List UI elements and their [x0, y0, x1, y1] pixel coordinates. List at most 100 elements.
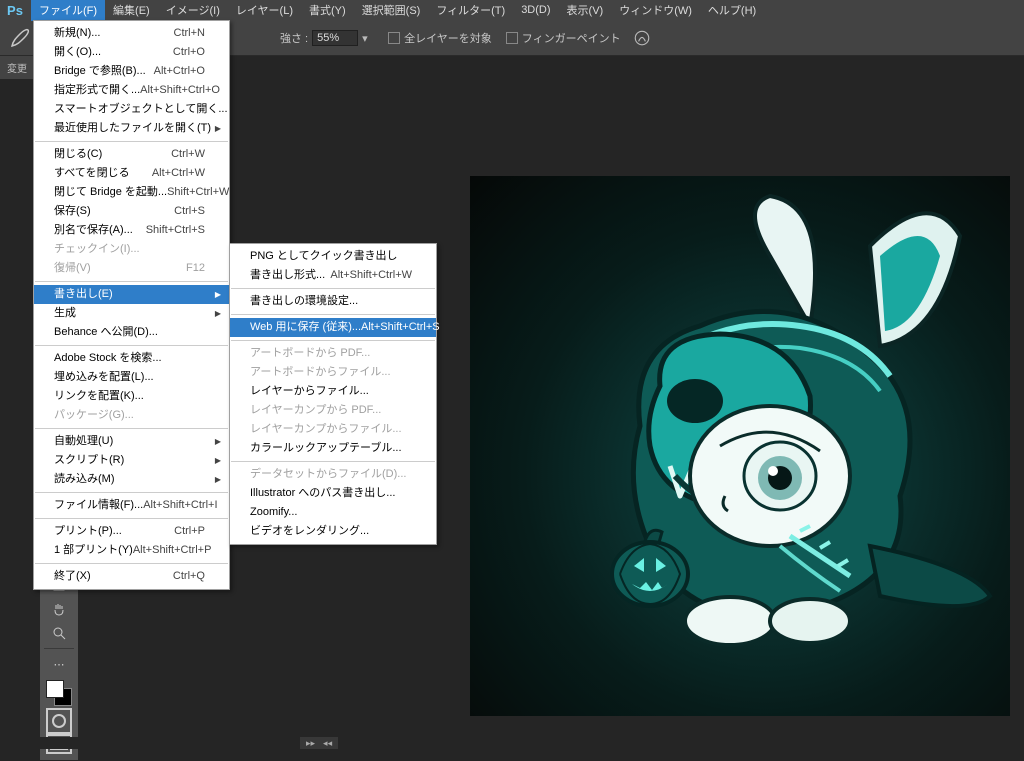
file-menu-item[interactable]: 最近使用したファイルを開く(T)	[34, 119, 229, 138]
menu-view[interactable]: 表示(V)	[559, 0, 612, 21]
document-canvas[interactable]	[470, 176, 1010, 716]
menu-image[interactable]: イメージ(I)	[158, 0, 228, 21]
export-submenu-item: アートボードから PDF...	[230, 344, 436, 363]
menu-separator	[35, 141, 228, 142]
finger-paint-checkbox[interactable]	[506, 32, 518, 44]
file-menu-item[interactable]: リンクを配置(K)...	[34, 387, 229, 406]
menu-separator	[35, 281, 228, 282]
status-bar: ▸▸ ◂◂	[0, 737, 1024, 749]
menu-window[interactable]: ウィンドウ(W)	[611, 0, 700, 21]
export-submenu-item[interactable]: Illustrator へのパス書き出し...	[230, 484, 436, 503]
menu-item-label: チェックイン(I)...	[54, 242, 205, 257]
menu-item-shortcut: Alt+Shift+Ctrl+O	[140, 83, 220, 98]
menu-help[interactable]: ヘルプ(H)	[700, 0, 764, 21]
menu-separator	[35, 492, 228, 493]
foreground-swatch[interactable]	[46, 680, 64, 698]
export-submenu-item[interactable]: Zoomify...	[230, 503, 436, 522]
zoom-tool-icon[interactable]	[43, 621, 75, 645]
finger-paint-label: フィンガーペイント	[522, 30, 621, 46]
edit-toolbar-icon[interactable]: ⋯	[43, 652, 75, 676]
menu-layer[interactable]: レイヤー(L)	[228, 0, 301, 21]
menu-item-label: 書き出しの環境設定...	[250, 294, 412, 309]
export-submenu-item[interactable]: ビデオをレンダリング...	[230, 522, 436, 541]
menu-separator	[231, 340, 435, 341]
menu-item-label: カラールックアップテーブル...	[250, 441, 412, 456]
menu-item-label: 書き出し(E)	[54, 287, 205, 302]
file-menu-item: パッケージ(G)...	[34, 406, 229, 425]
file-menu-item[interactable]: 別名で保存(A)...Shift+Ctrl+S	[34, 221, 229, 240]
file-menu-item[interactable]: ファイル情報(F)...Alt+Shift+Ctrl+I	[34, 496, 229, 515]
app-logo: Ps	[3, 2, 27, 18]
file-menu-item[interactable]: 保存(S)Ctrl+S	[34, 202, 229, 221]
menu-item-label: 生成	[54, 306, 205, 321]
strength-input[interactable]	[312, 30, 358, 46]
export-submenu-item[interactable]: カラールックアップテーブル...	[230, 439, 436, 458]
file-menu-item[interactable]: すべてを閉じるAlt+Ctrl+W	[34, 164, 229, 183]
export-submenu-item[interactable]: 書き出し形式...Alt+Shift+Ctrl+W	[230, 266, 436, 285]
color-swatches[interactable]	[46, 680, 72, 706]
chevron-down-icon[interactable]: ▾	[362, 32, 374, 44]
file-menu-item[interactable]: スクリプト(R)	[34, 451, 229, 470]
file-menu-item[interactable]: スマートオブジェクトとして開く...	[34, 100, 229, 119]
menu-item-shortcut: Alt+Shift+Ctrl+S	[361, 320, 440, 335]
file-menu-item[interactable]: 埋め込みを配置(L)...	[34, 368, 229, 387]
export-submenu-item[interactable]: Web 用に保存 (従来)...Alt+Shift+Ctrl+S	[230, 318, 436, 337]
menu-edit[interactable]: 編集(E)	[105, 0, 158, 21]
export-submenu: PNG としてクイック書き出し書き出し形式...Alt+Shift+Ctrl+W…	[229, 243, 437, 545]
file-menu-item[interactable]: 開く(O)...Ctrl+O	[34, 43, 229, 62]
menu-separator	[35, 563, 228, 564]
menu-item-label: Adobe Stock を検索...	[54, 351, 205, 366]
export-submenu-item: アートボードからファイル...	[230, 363, 436, 382]
chevron-right-icon: ▸▸	[306, 738, 315, 749]
menu-separator	[231, 461, 435, 462]
menu-item-shortcut: Ctrl+N	[174, 26, 205, 41]
file-menu-item[interactable]: 閉じる(C)Ctrl+W	[34, 145, 229, 164]
menu-select[interactable]: 選択範囲(S)	[354, 0, 429, 21]
menu-item-label: ファイル情報(F)...	[54, 498, 143, 513]
hand-tool-icon[interactable]	[43, 597, 75, 621]
file-menu-item: チェックイン(I)...	[34, 240, 229, 259]
export-submenu-item[interactable]: PNG としてクイック書き出し	[230, 247, 436, 266]
menu-item-label: 指定形式で開く...	[54, 83, 140, 98]
menu-file[interactable]: ファイル(F)	[31, 0, 105, 21]
file-menu-dropdown: 新規(N)...Ctrl+N開く(O)...Ctrl+OBridge で参照(B…	[33, 20, 230, 590]
file-menu-item[interactable]: 1 部プリント(Y)Alt+Shift+Ctrl+P	[34, 541, 229, 560]
menu-bar: Ps ファイル(F) 編集(E) イメージ(I) レイヤー(L) 書式(Y) 選…	[0, 0, 1024, 20]
menu-item-label: 新規(N)...	[54, 26, 174, 41]
file-menu-item[interactable]: 書き出し(E)	[34, 285, 229, 304]
menu-item-label: レイヤーカンプからファイル...	[250, 422, 412, 437]
export-submenu-item[interactable]: 書き出しの環境設定...	[230, 292, 436, 311]
file-menu-item[interactable]: プリント(P)...Ctrl+P	[34, 522, 229, 541]
file-menu-item[interactable]: 終了(X)Ctrl+Q	[34, 567, 229, 586]
menu-type[interactable]: 書式(Y)	[301, 0, 354, 21]
menu-item-label: プリント(P)...	[54, 524, 174, 539]
menu-item-label: Zoomify...	[250, 505, 412, 520]
file-menu-item[interactable]: 指定形式で開く...Alt+Shift+Ctrl+O	[34, 81, 229, 100]
file-menu-item[interactable]: Adobe Stock を検索...	[34, 349, 229, 368]
menu-item-label: 復帰(V)	[54, 261, 186, 276]
file-menu-item[interactable]: Bridge で参照(B)...Alt+Ctrl+O	[34, 62, 229, 81]
menu-item-label: アートボードからファイル...	[250, 365, 412, 380]
file-menu-item[interactable]: 自動処理(U)	[34, 432, 229, 451]
export-submenu-item[interactable]: レイヤーからファイル...	[230, 382, 436, 401]
file-menu-item[interactable]: 閉じて Bridge を起動...Shift+Ctrl+W	[34, 183, 229, 202]
file-menu-item[interactable]: 読み込み(M)	[34, 470, 229, 489]
menu-item-label: パッケージ(G)...	[54, 408, 205, 423]
all-layers-checkbox[interactable]	[388, 32, 400, 44]
file-menu-item[interactable]: 新規(N)...Ctrl+N	[34, 24, 229, 43]
menu-filter[interactable]: フィルター(T)	[428, 0, 513, 21]
file-menu-item[interactable]: 生成	[34, 304, 229, 323]
menu-item-label: 自動処理(U)	[54, 434, 205, 449]
menu-separator	[35, 428, 228, 429]
export-submenu-item: レイヤーカンプから PDF...	[230, 401, 436, 420]
panel-tab-collapsed[interactable]: ▸▸ ◂◂	[300, 737, 338, 749]
menu-item-label: すべてを閉じる	[54, 166, 152, 181]
strength-label: 強さ :	[280, 30, 308, 46]
menu-separator	[231, 314, 435, 315]
menu-item-label: 開く(O)...	[54, 45, 173, 60]
menu-3d[interactable]: 3D(D)	[513, 1, 558, 19]
active-tool-icon[interactable]	[8, 26, 32, 50]
file-menu-item[interactable]: Behance へ公開(D)...	[34, 323, 229, 342]
pressure-icon[interactable]	[633, 29, 651, 47]
menu-item-label: レイヤーカンプから PDF...	[250, 403, 412, 418]
